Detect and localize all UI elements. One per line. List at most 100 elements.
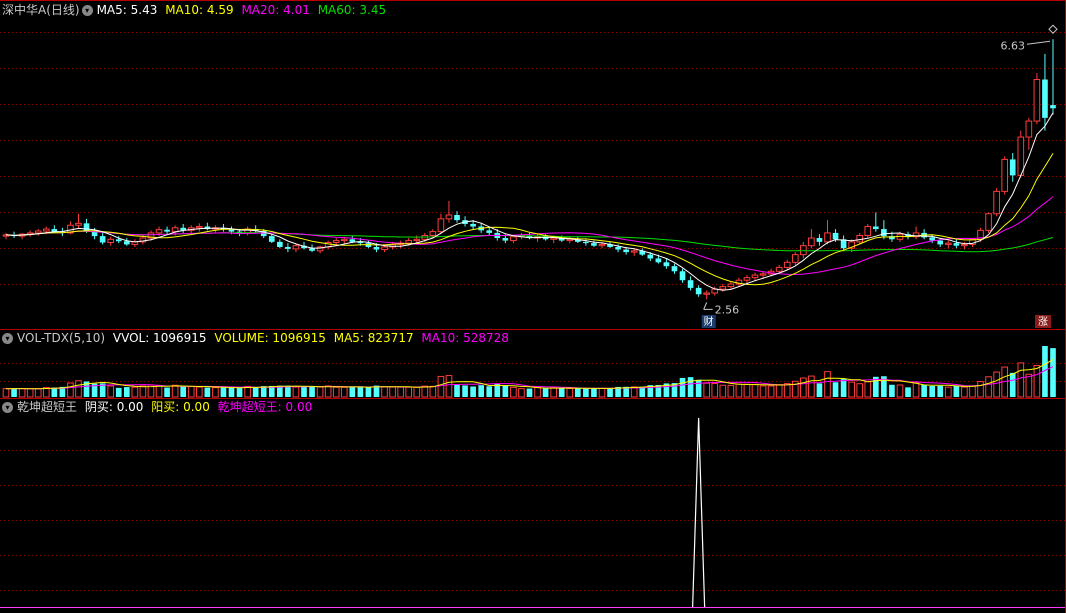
indicator-title[interactable]: 乾坤超短王 bbox=[17, 400, 77, 414]
candle bbox=[727, 281, 735, 290]
candle-body bbox=[164, 229, 170, 232]
volume-bar bbox=[26, 388, 34, 398]
volume-bar bbox=[1017, 362, 1025, 398]
volume-bar bbox=[389, 386, 396, 398]
volume-bar bbox=[486, 386, 493, 397]
volume-bar bbox=[228, 387, 235, 397]
candle-body bbox=[381, 246, 388, 251]
volume-bar bbox=[67, 382, 74, 398]
volume-bar bbox=[840, 379, 847, 397]
chevron-down-icon[interactable]: ▾ bbox=[81, 5, 93, 16]
candle-body bbox=[630, 250, 638, 253]
volume-bar bbox=[462, 385, 468, 397]
candle-body bbox=[99, 236, 106, 243]
volume-bar bbox=[11, 388, 17, 397]
candle-body bbox=[944, 242, 952, 245]
candle bbox=[993, 188, 1000, 217]
volume-bar bbox=[848, 381, 855, 398]
candle-body bbox=[598, 243, 606, 247]
candle bbox=[1025, 117, 1033, 150]
candle-body bbox=[993, 190, 1000, 215]
volume-bar bbox=[1050, 348, 1056, 397]
candle-body bbox=[671, 266, 678, 272]
chevron-down-icon[interactable]: ▾ bbox=[2, 333, 13, 344]
low-marker-arrow bbox=[703, 302, 713, 310]
cai-badge: 财 bbox=[704, 315, 714, 328]
candle-body bbox=[429, 231, 437, 236]
zhang-badge: 涨 bbox=[1038, 316, 1048, 328]
high-marker-arrow bbox=[1026, 40, 1051, 45]
stock-chart-canvas[interactable]: 6.63 2.56财 涨 bbox=[0, 0, 1066, 613]
stock-name[interactable]: 深中华A(日线) bbox=[2, 3, 80, 17]
candle-body bbox=[985, 213, 992, 231]
candle-body bbox=[695, 287, 702, 295]
candle bbox=[212, 225, 219, 233]
volume-bar bbox=[187, 385, 195, 398]
candle bbox=[679, 268, 686, 283]
volume-bar bbox=[679, 377, 686, 397]
ma10-label: MA10: 4.59 bbox=[165, 3, 234, 17]
volume-title[interactable]: VOL-TDX(5,10) bbox=[17, 331, 105, 345]
volume-bar bbox=[905, 387, 911, 397]
candle bbox=[953, 239, 960, 249]
volume-bar bbox=[478, 385, 484, 397]
candle-body bbox=[510, 236, 517, 242]
volume-bar bbox=[695, 379, 702, 397]
candle-body bbox=[800, 245, 807, 256]
volume-bar bbox=[204, 387, 211, 397]
low-marker-label: 2.56 bbox=[715, 303, 740, 316]
candle bbox=[292, 244, 300, 253]
candle-body bbox=[285, 246, 291, 249]
volume-bar bbox=[921, 384, 927, 397]
candle-body bbox=[655, 258, 662, 263]
volume-bar bbox=[985, 376, 992, 398]
candle bbox=[510, 235, 517, 244]
volume-bar bbox=[332, 386, 340, 398]
candle-body bbox=[872, 226, 879, 230]
candle bbox=[437, 213, 445, 235]
candle bbox=[277, 239, 283, 249]
candle-body bbox=[123, 241, 130, 245]
candle bbox=[824, 220, 831, 245]
candle bbox=[131, 239, 139, 247]
candle-body bbox=[373, 246, 380, 250]
volume-bar bbox=[340, 386, 348, 398]
ma60-label: MA60: 3.45 bbox=[317, 3, 387, 17]
volume-bar bbox=[751, 383, 759, 398]
candle-body bbox=[413, 238, 421, 242]
volume-bar bbox=[510, 386, 517, 398]
volume-bar bbox=[301, 386, 307, 397]
candle bbox=[1042, 53, 1048, 131]
volume-bar bbox=[454, 384, 460, 397]
candle bbox=[195, 223, 203, 232]
candle bbox=[639, 248, 646, 256]
candle-body bbox=[195, 226, 203, 229]
volume-bar bbox=[18, 388, 26, 398]
volume-bar bbox=[591, 388, 597, 397]
candle-body bbox=[808, 237, 815, 247]
candle bbox=[985, 212, 992, 233]
candle bbox=[1033, 73, 1041, 125]
volume-bar bbox=[759, 385, 767, 398]
volume-bar bbox=[808, 375, 815, 398]
price-panel-header: 深中华A(日线) ▾ MA5: 5.43 MA10: 4.59 MA20: 4.01… bbox=[2, 2, 390, 18]
candle-body bbox=[759, 273, 767, 276]
candle-body bbox=[937, 240, 944, 245]
volume-bar bbox=[155, 385, 163, 398]
candle-body bbox=[75, 222, 82, 226]
chevron-down-icon[interactable]: ▾ bbox=[2, 402, 13, 413]
volume-bar bbox=[470, 386, 476, 397]
volume-bar bbox=[583, 388, 589, 397]
volume-bar bbox=[856, 383, 864, 398]
volume-bar bbox=[743, 383, 751, 398]
volume-bar bbox=[1009, 372, 1016, 397]
candle-body bbox=[486, 230, 493, 233]
volume-bar bbox=[115, 387, 122, 397]
volume-bar bbox=[912, 382, 920, 398]
candle-body bbox=[1001, 158, 1008, 192]
volume-bar bbox=[735, 383, 743, 398]
volume-bar bbox=[220, 387, 227, 397]
volume-bar bbox=[889, 384, 895, 397]
candle bbox=[800, 241, 807, 259]
volume-bar bbox=[75, 380, 82, 398]
